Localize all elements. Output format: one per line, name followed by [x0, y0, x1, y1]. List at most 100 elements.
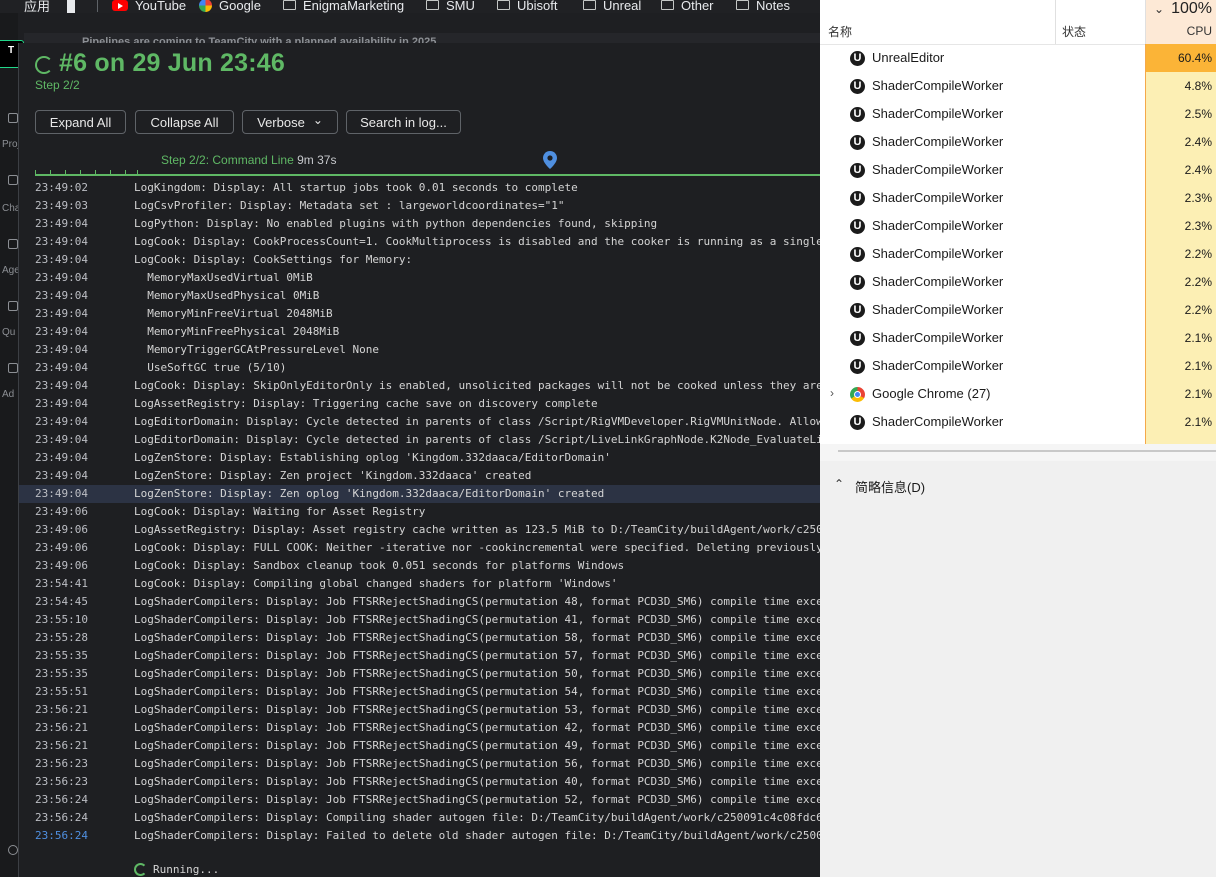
log-timestamp[interactable]: 23:49:04 — [35, 359, 88, 377]
task-manager-footer: ⌃ 简略信息(D) — [820, 461, 1216, 877]
process-row[interactable]: U ShaderCompileWorker 2.4% — [820, 156, 1216, 184]
log-timestamp[interactable]: 23:49:04 — [35, 395, 88, 413]
apps-shortcut[interactable]: 应用 — [4, 0, 50, 13]
log-timestamp[interactable]: 23:54:41 — [35, 575, 88, 593]
bookmark-enigmamarketing[interactable]: EnigmaMarketing — [283, 0, 404, 13]
chevron-up-icon[interactable]: ⌃ — [834, 477, 844, 491]
log-timestamp[interactable]: 23:49:03 — [35, 197, 88, 215]
apps-label: 应用 — [24, 0, 51, 13]
process-row[interactable]: U ShaderCompileWorker 2.3% — [820, 184, 1216, 212]
log-timestamp[interactable]: 23:49:04 — [35, 215, 88, 233]
bookmark-notes[interactable]: Notes — [736, 0, 790, 13]
projects-icon[interactable] — [8, 113, 18, 123]
horizontal-scrollbar[interactable] — [838, 450, 1216, 452]
log-timestamp[interactable]: 23:55:51 — [35, 683, 88, 701]
process-cpu: 2.1% — [1146, 408, 1216, 436]
log-timestamp[interactable]: 23:56:23 — [35, 773, 88, 791]
log-timestamp[interactable]: 23:49:04 — [35, 377, 88, 395]
build-timeline[interactable] — [35, 174, 835, 176]
log-timestamp[interactable]: 23:49:06 — [35, 539, 88, 557]
log-timestamp[interactable]: 23:49:02 — [35, 179, 88, 197]
process-row[interactable]: U ShaderCompileWorker 2.4% — [820, 128, 1216, 156]
process-row[interactable]: U UnrealEditor 60.4% — [820, 44, 1216, 72]
log-timestamp[interactable]: 23:56:23 — [35, 755, 88, 773]
log-timestamp[interactable]: 23:49:04 — [35, 485, 88, 503]
process-row[interactable]: U ShaderCompileWorker 2.2% — [820, 268, 1216, 296]
process-row[interactable]: U ShaderCompileWorker 2.1% — [820, 408, 1216, 436]
log-timestamp[interactable]: 23:55:35 — [35, 647, 88, 665]
help-icon[interactable] — [8, 845, 18, 855]
fewer-details-link[interactable]: 简略信息(D) — [855, 477, 925, 496]
timeline-tick — [35, 170, 36, 175]
process-row[interactable]: U ShaderCompileWorker 2.1% — [820, 352, 1216, 380]
search-in-log-button[interactable]: Search in log... — [346, 110, 461, 134]
log-timestamp[interactable]: 23:55:10 — [35, 611, 88, 629]
folder-icon — [583, 0, 596, 10]
sidebar-label-queue: Qu — [2, 327, 16, 338]
log-timestamp[interactable]: 23:49:04 — [35, 431, 88, 449]
agents-icon[interactable] — [8, 239, 18, 249]
process-row[interactable]: U ShaderCompileWorker 2.1% — [820, 324, 1216, 352]
log-timestamp[interactable]: 23:49:04 — [35, 305, 88, 323]
bookmark-unreal[interactable]: Unreal — [583, 0, 641, 13]
bookmark-other[interactable]: Other — [661, 0, 714, 13]
log-timestamp[interactable]: 23:56:24 — [35, 791, 88, 809]
log-timestamp[interactable]: 23:54:45 — [35, 593, 88, 611]
process-row[interactable]: U ShaderCompileWorker 2.2% — [820, 296, 1216, 324]
timeline-tick — [50, 170, 51, 175]
grid-shortcut[interactable] — [67, 0, 86, 13]
column-header-status[interactable]: 状态 — [1062, 23, 1086, 40]
changes-icon[interactable] — [8, 175, 18, 185]
log-message: LogCsvProfiler: Display: Metadata set : … — [134, 199, 565, 212]
process-row[interactable]: U ShaderCompileWorker 4.8% — [820, 72, 1216, 100]
column-divider[interactable] — [1055, 0, 1056, 44]
process-name: ShaderCompileWorker — [872, 330, 1004, 345]
log-timestamp[interactable]: 23:49:04 — [35, 467, 88, 485]
log-timestamp[interactable]: 23:49:04 — [35, 341, 88, 359]
log-timestamp[interactable]: 23:49:04 — [35, 251, 88, 269]
log-timestamp[interactable]: 23:56:21 — [35, 737, 88, 755]
log-timestamp[interactable]: 23:55:28 — [35, 629, 88, 647]
log-timestamp[interactable]: 23:56:21 — [35, 719, 88, 737]
bookmark-google[interactable]: Google — [199, 0, 261, 13]
process-name: ShaderCompileWorker — [872, 162, 1004, 177]
queue-icon[interactable] — [8, 301, 18, 311]
admin-icon[interactable] — [8, 363, 18, 373]
column-header-cpu[interactable]: ⌄ 100% CPU — [1146, 0, 1216, 44]
process-row[interactable]: U ShaderCompileWorker 2.3% — [820, 212, 1216, 240]
bookmark-youtube[interactable]: YouTube — [112, 0, 186, 13]
log-timestamp[interactable]: 23:49:06 — [35, 521, 88, 539]
log-message: LogKingdom: Display: All startup jobs to… — [134, 181, 578, 194]
log-timestamp[interactable]: 23:49:04 — [35, 323, 88, 341]
sidebar-label-admin: Ad — [2, 389, 15, 400]
process-cpu: 2.4% — [1146, 156, 1216, 184]
log-timestamp[interactable]: 23:55:35 — [35, 665, 88, 683]
unreal-icon: U — [850, 247, 865, 262]
collapse-all-button[interactable]: Collapse All — [135, 110, 234, 134]
task-manager-window: 名称 状态 ⌄ 100% CPU U UnrealEditor 60.4% U Shad… — [820, 0, 1216, 877]
bookmark-ubisoft[interactable]: Ubisoft — [497, 0, 557, 13]
log-timestamp[interactable]: 23:49:04 — [35, 269, 88, 287]
map-pin-icon[interactable] — [543, 151, 557, 169]
expand-all-button[interactable]: Expand All — [35, 110, 126, 134]
process-row[interactable]: U ShaderCompileWorker 2.2% — [820, 240, 1216, 268]
process-name: ShaderCompileWorker — [872, 246, 1004, 261]
timeline-tick — [80, 170, 81, 175]
process-row[interactable]: U ShaderCompileWorker 2.5% — [820, 100, 1216, 128]
log-timestamp[interactable]: 23:49:04 — [35, 449, 88, 467]
log-timestamp[interactable]: 23:56:21 — [35, 701, 88, 719]
process-row[interactable]: › Google Chrome (27) 2.1% — [820, 380, 1216, 408]
log-timestamp[interactable]: 23:49:06 — [35, 503, 88, 521]
log-timestamp[interactable]: 23:56:24 — [35, 827, 88, 845]
log-timestamp[interactable]: 23:49:04 — [35, 233, 88, 251]
verbose-dropdown[interactable]: Verbose ⌄ — [242, 110, 338, 134]
bookmark-smu[interactable]: SMU — [426, 0, 475, 13]
log-timestamp[interactable]: 23:49:04 — [35, 287, 88, 305]
log-timestamp[interactable]: 23:49:06 — [35, 557, 88, 575]
chevron-right-icon[interactable]: › — [830, 386, 834, 400]
log-timestamp[interactable]: 23:49:04 — [35, 413, 88, 431]
column-header-name[interactable]: 名称 — [828, 23, 852, 40]
log-timestamp[interactable]: 23:56:24 — [35, 809, 88, 827]
log-message: LogEditorDomain: Display: Cycle detected… — [134, 433, 823, 446]
timeline-step-label[interactable]: Step 2/2: Command Line 9m 37s — [161, 153, 336, 167]
